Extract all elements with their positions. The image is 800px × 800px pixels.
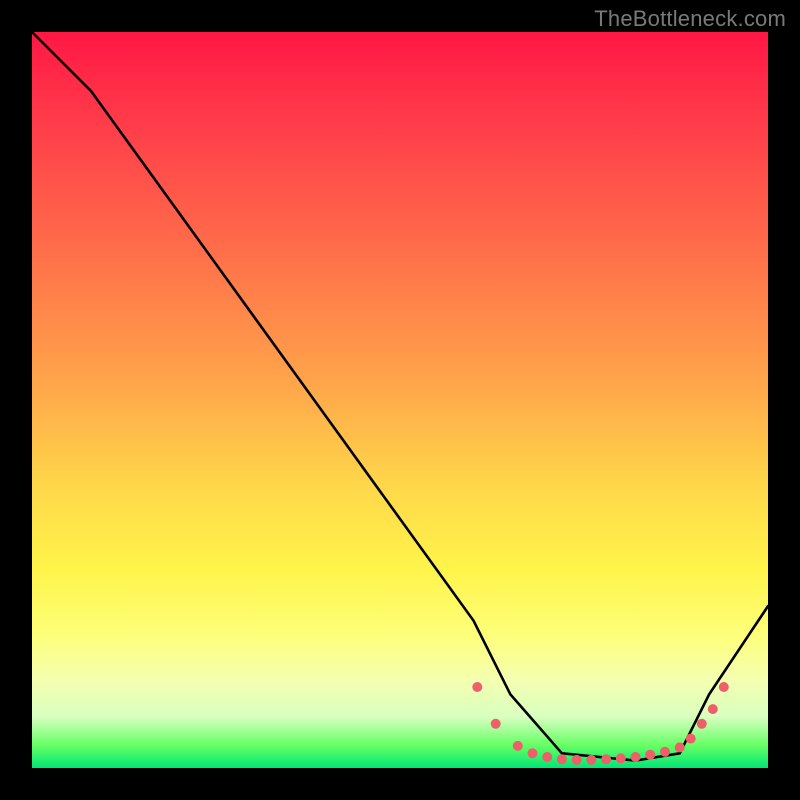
marker-dot xyxy=(601,754,611,764)
marker-dot xyxy=(719,682,729,692)
marker-dot xyxy=(572,755,582,765)
marker-dot xyxy=(616,753,626,763)
chart-frame: TheBottleneck.com xyxy=(0,0,800,800)
marker-dot xyxy=(528,748,538,758)
marker-dot xyxy=(697,719,707,729)
marker-dot xyxy=(472,682,482,692)
watermark-text: TheBottleneck.com xyxy=(594,6,786,32)
plot-area xyxy=(32,32,768,768)
line-curve xyxy=(32,32,768,761)
marker-dot xyxy=(631,752,641,762)
marker-dot xyxy=(675,742,685,752)
marker-dot xyxy=(557,754,567,764)
marker-dot xyxy=(513,741,523,751)
marker-dot xyxy=(586,755,596,765)
marker-dot xyxy=(686,734,696,744)
chart-svg xyxy=(32,32,768,768)
marker-dot xyxy=(708,704,718,714)
marker-dot xyxy=(542,752,552,762)
marker-dot xyxy=(645,750,655,760)
marker-dot xyxy=(660,747,670,757)
marker-dot xyxy=(491,719,501,729)
